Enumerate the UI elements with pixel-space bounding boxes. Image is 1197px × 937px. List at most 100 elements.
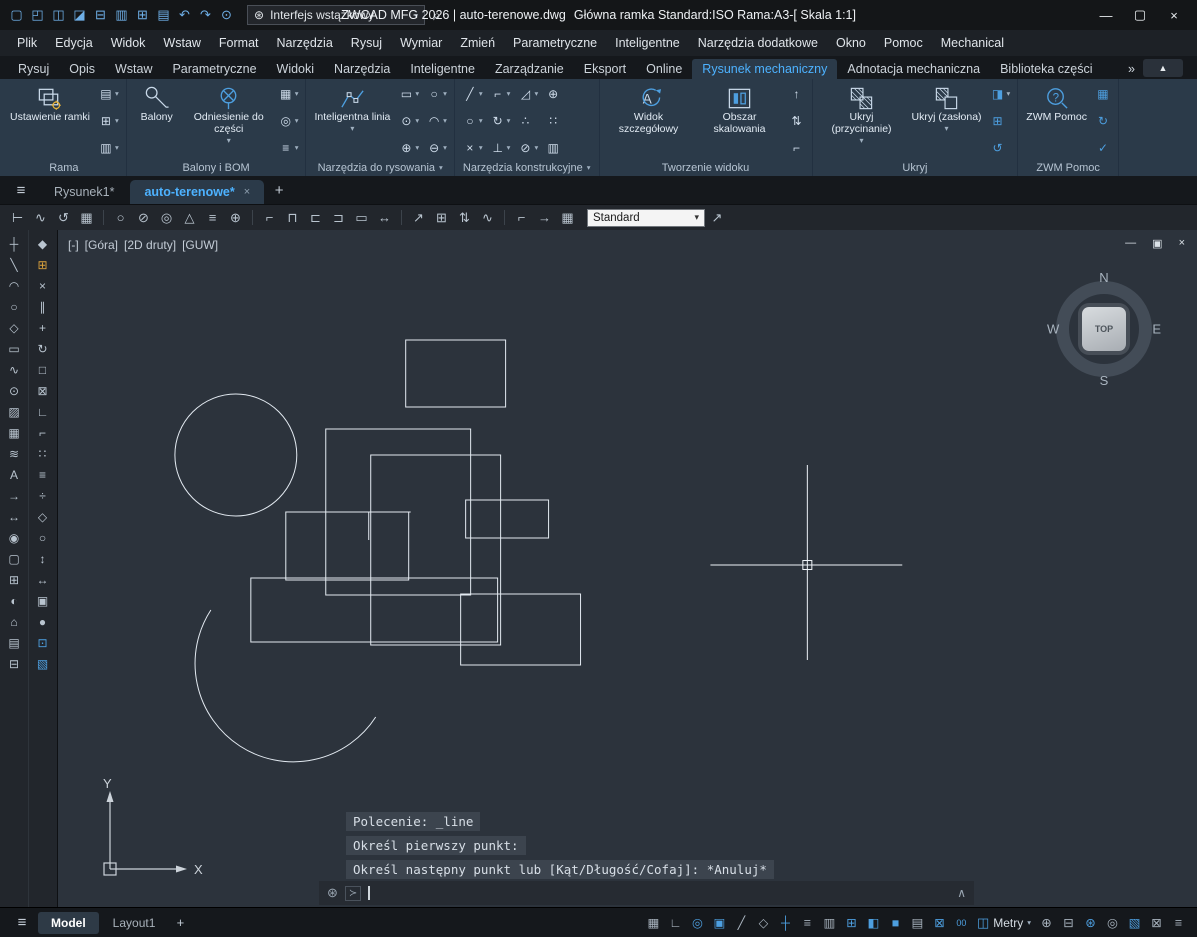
construction-circle-button[interactable]: ○▾ [461,112,484,129]
new-tab-button[interactable]: + [266,178,292,202]
construction-center-button[interactable]: ⊕ [544,85,562,102]
otrack-toggle[interactable]: ╱ [731,912,752,934]
delete-tool-icon[interactable]: × [31,275,55,296]
arc-tool-icon[interactable]: ◠ [2,275,26,296]
new-file-icon[interactable]: ▢ [6,5,27,25]
menu-item-edycja[interactable]: Edycja [46,33,102,53]
smart-circle-button[interactable]: ⊙▾ [397,112,420,129]
insert-tool-icon[interactable]: ⊟ [2,653,26,674]
annotation-toggle[interactable]: ◧ [863,912,884,934]
ribbon-group-label-balony-i-bom[interactable]: Balony i BOM [127,159,306,176]
points-tool-icon[interactable]: ∷ [31,443,55,464]
spline-tool-icon[interactable]: ∿ [2,359,26,380]
circle-mod-icon[interactable]: ○ [31,527,55,548]
table-insert-icon[interactable]: ⊞ [430,207,453,229]
smart-center-button[interactable]: ⊕▾ [397,139,420,156]
dimension-style-select[interactable]: Standard ▾ [587,209,705,227]
compass-south[interactable]: S [1100,373,1109,388]
view-edit-button[interactable]: ⌐ [788,139,806,156]
rectangle-tool-icon[interactable]: ▭ [2,338,26,359]
document-tab-rysunek1[interactable]: Rysunek1* [40,180,128,204]
menu-item-mechanical[interactable]: Mechanical [932,33,1013,53]
left-bracket-icon[interactable]: ⊏ [304,207,327,229]
command-input[interactable] [377,886,950,901]
donut-tool-icon[interactable]: ◉ [2,527,26,548]
close-tab-icon[interactable]: × [244,186,250,198]
save-as-icon[interactable]: ◪ [69,5,90,25]
menu-item-pomoc[interactable]: Pomoc [875,33,932,53]
transparency-toggle[interactable]: ▥ [819,912,840,934]
balloons-button[interactable]: Balony [132,82,182,159]
add-layout-button[interactable]: + [170,915,190,930]
bom-export-button[interactable]: ≡▾ [277,139,300,156]
status-menu-icon[interactable]: ≡ [1168,912,1189,934]
zwm-check-button[interactable]: ✓ [1094,139,1112,156]
polygon-tool-icon[interactable]: ◇ [2,317,26,338]
construction-perpendicular-button[interactable]: ⊥▾ [489,139,512,156]
ortho-toggle[interactable]: ∟ [665,912,686,934]
block-tool-icon[interactable]: ⊞ [2,569,26,590]
hide-trim-button[interactable]: Ukryj (przycinanie)▾ [818,82,906,159]
minimize-button[interactable]: — [1089,1,1123,30]
frame-insert-button[interactable]: ⊞▾ [97,112,120,129]
command-input-bar[interactable]: ⊛ ≻ ∧ [319,881,974,905]
mirror-tool-icon[interactable]: ⊠ [31,380,55,401]
polar-snap-icon[interactable]: ◎ [155,207,178,229]
construction-corner-button[interactable]: ⌐▾ [489,85,512,102]
document-tab-auto-terenowe[interactable]: auto-terenowe*× [130,180,264,204]
viewport-label-part-2[interactable]: [2D druty] [124,238,176,252]
menu-item-zmień[interactable]: Zmień [451,33,504,53]
ribbon-tab-narzędzia[interactable]: Narzędzia [324,59,400,79]
menu-item-wymiar[interactable]: Wymiar [391,33,451,53]
menu-item-format[interactable]: Format [210,33,268,53]
smart-rect-button[interactable]: ▭▾ [397,85,420,102]
frame-setup-button[interactable]: Ustawienie ramki [7,82,93,159]
wipeout-tool-icon[interactable]: ▢ [2,548,26,569]
open-file-icon[interactable]: ◰ [27,5,48,25]
ribbon-tab-inteligentne[interactable]: Inteligentne [400,59,485,79]
ribbon-group-label-tworzenie-widoku[interactable]: Tworzenie widoku [600,159,812,176]
angle-dim-icon[interactable]: ⌐ [510,207,533,229]
ribbon-tab-rysuj[interactable]: Rysuj [8,59,59,79]
explode-tool-icon[interactable]: ⊡ [31,632,55,653]
ribbon-tab-widoki[interactable]: Widoki [267,59,325,79]
construction-angle-button[interactable]: ◿▾ [516,85,539,102]
viewport-restore-button[interactable]: ▣ [1152,237,1162,250]
ray-tool-icon[interactable]: → [2,485,26,506]
annotation-monitor-toggle[interactable]: ⊕ [1036,912,1057,934]
quick-properties-toggle[interactable]: ⊟ [1058,912,1079,934]
hardware-accel-toggle[interactable]: ▧ [1124,912,1145,934]
coordinates-indicator[interactable]: 00 [951,912,972,934]
balloon-style-button[interactable]: ◎▾ [277,112,300,129]
divide-tool-icon[interactable]: ÷ [31,485,55,506]
ribbon-group-label-rama[interactable]: Rama [2,159,126,176]
command-settings-gear-icon[interactable]: ⊛ [327,885,338,901]
part-reference-button[interactable]: Odniesienie do części▾ [185,82,273,159]
dynamic-input-toggle[interactable]: ┼ [775,912,796,934]
width-dim-icon[interactable]: ↔ [373,207,396,229]
layers-list-icon[interactable]: ≡ [201,207,224,229]
copy-tool-icon[interactable]: □ [31,359,55,380]
scale-tool-icon[interactable]: ◇ [31,506,55,527]
swap-vertical-icon[interactable]: ⇅ [453,207,476,229]
offset-tool-icon[interactable]: ∥ [31,296,55,317]
zwm-grid-button[interactable]: ▦ [1094,85,1112,102]
menu-item-rysuj[interactable]: Rysuj [342,33,391,53]
lineweight-toggle[interactable]: ≡ [797,912,818,934]
close-button[interactable]: × [1157,1,1191,30]
corner-dim-icon[interactable]: ⌐ [258,207,281,229]
viewport-label-part-3[interactable]: [GUW] [182,238,218,252]
menu-item-plik[interactable]: Plik [8,33,46,53]
snap-spline-icon[interactable]: ∿ [29,207,52,229]
maximize-button[interactable]: ▢ [1123,1,1157,30]
settings-gear-icon[interactable]: ⊛ [1080,912,1101,934]
ribbon-tab-rysunek-mechaniczny[interactable]: Rysunek mechaniczny [692,59,837,79]
pointer-tool-icon[interactable]: ┼ [2,233,26,254]
circle-draw-button[interactable]: ○▾ [425,85,448,102]
move-tool-icon[interactable]: + [31,317,55,338]
ribbon-tab-wstaw[interactable]: Wstaw [105,59,163,79]
ribbon-tab-biblioteka-części[interactable]: Biblioteka części [990,59,1102,79]
menu-item-wstaw[interactable]: Wstaw [154,33,210,53]
point-tool-icon[interactable]: ⊙ [2,380,26,401]
bom-table-button[interactable]: ▦▾ [277,85,300,102]
